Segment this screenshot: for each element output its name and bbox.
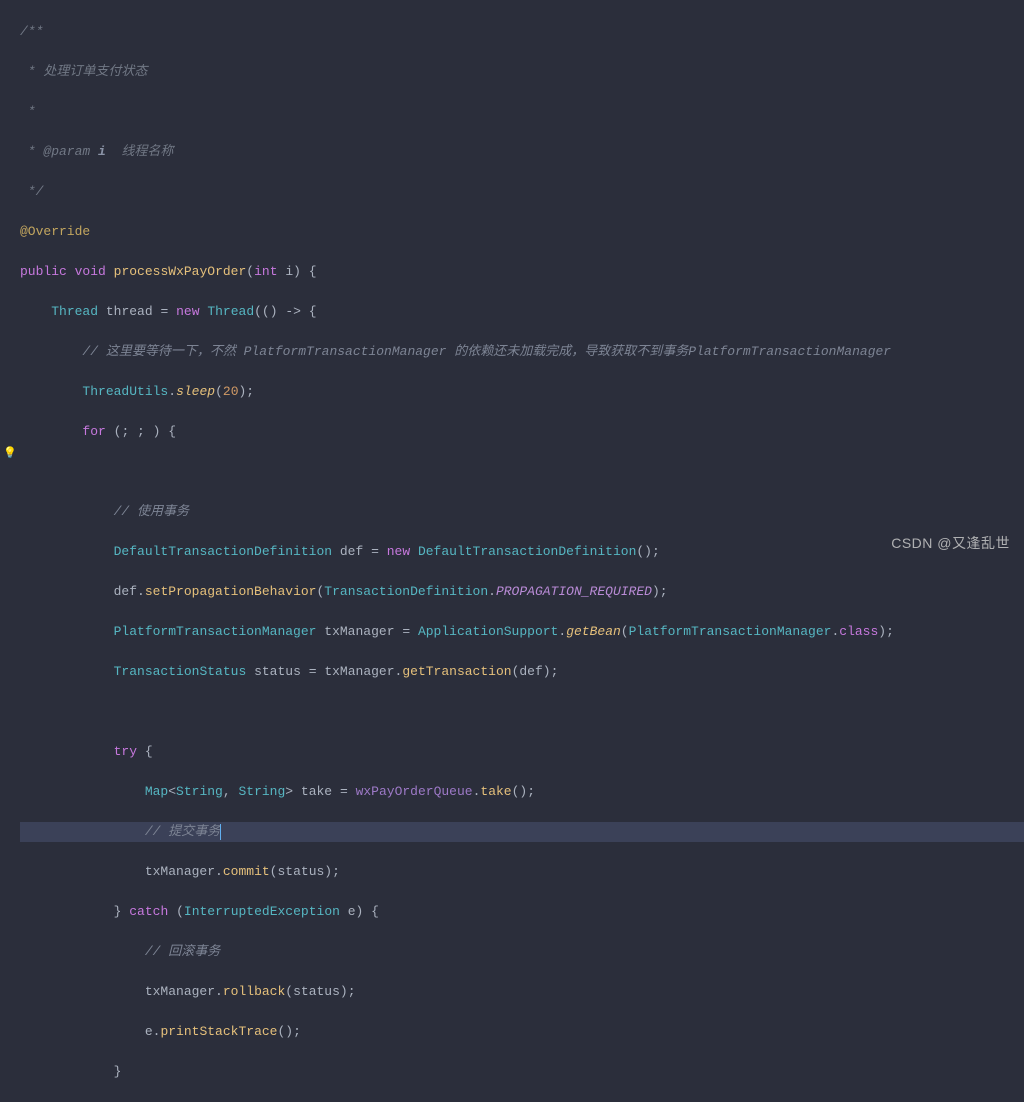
ref-txmgr2: txManager [145,864,215,879]
comment-rollback-tx: // 回滚事务 [145,944,220,959]
type-str1: String [176,784,223,799]
ref-txmgr3: txManager [145,984,215,999]
watermark: CSDN @又逢乱世 [891,533,1010,553]
type-dtd: DefaultTransactionDefinition [114,544,332,559]
doc-param-tag: * @param [20,144,90,159]
ctor-dtd: DefaultTransactionDefinition [418,544,636,559]
kw-int: int [254,264,277,279]
arg-def: def [519,664,542,679]
call-printstack: printStackTrace [160,1024,277,1039]
doc-open: /** [20,24,43,39]
call-getbean: getBean [566,624,621,639]
caret [220,824,221,840]
type-txstatus: TransactionStatus [114,664,247,679]
current-line: // 提交事务 [20,822,1024,842]
kw-new: new [176,304,199,319]
call-commit: commit [223,864,270,879]
kw-for: for [82,424,105,439]
kw-new2: new [387,544,410,559]
comment-commit-tx: // 提交事务 [145,824,220,839]
var-take: take [301,784,332,799]
type-thread: Thread [51,304,98,319]
var-status: status [254,664,301,679]
ctor-thread: Thread [207,304,254,319]
var-thread: thread [106,304,153,319]
kw-void: void [75,264,106,279]
type-ie: InterruptedException [184,904,340,919]
ref-txmgr: txManager [324,664,394,679]
comment-wait: // 这里要等待一下，不然 PlatformTransactionManager… [82,344,891,359]
type-str2: String [238,784,285,799]
call-sleep: sleep [176,384,215,399]
cls-threadutils: ThreadUtils [82,384,168,399]
type-map: Map [145,784,168,799]
ref-def: def [114,584,137,599]
const-propreq: PROPAGATION_REQUIRED [496,584,652,599]
var-txmgr: txManager [324,624,394,639]
cls-txdef: TransactionDefinition [324,584,488,599]
doc-line1: * 处理订单支付状态 [20,64,147,79]
call-setprop: setPropagationBehavior [145,584,317,599]
doc-line2: * [20,104,36,119]
kw-try: try [114,744,137,759]
intention-bulb-icon[interactable]: 💡 [3,444,15,456]
type-ptm: PlatformTransactionManager [114,624,317,639]
arg-status2: status [293,984,340,999]
kw-class: class [839,624,878,639]
field-queue: wxPayOrderQueue [356,784,473,799]
lit-20: 20 [223,384,239,399]
call-rollback: rollback [223,984,285,999]
gutter: 💡 [0,0,20,561]
comment-use-tx: // 使用事务 [114,504,189,519]
call-gettx: getTransaction [402,664,511,679]
doc-param-var: i [90,144,106,159]
cls-ptm2: PlatformTransactionManager [629,624,832,639]
var-def: def [340,544,363,559]
cls-appsupport: ApplicationSupport [418,624,558,639]
arg-status: status [277,864,324,879]
method-name: processWxPayOrder [114,264,247,279]
code-editor[interactable]: /** * 处理订单支付状态 * * @param i 线程名称 */ @Ove… [0,0,1024,1102]
call-take: take [480,784,511,799]
param-i: i [285,264,293,279]
kw-catch: catch [129,904,168,919]
kw-public: public [20,264,67,279]
ref-e: e [145,1024,153,1039]
annotation: @Override [20,224,90,239]
var-e: e [348,904,356,919]
doc-close: */ [20,184,43,199]
doc-param-desc: 线程名称 [106,144,174,159]
